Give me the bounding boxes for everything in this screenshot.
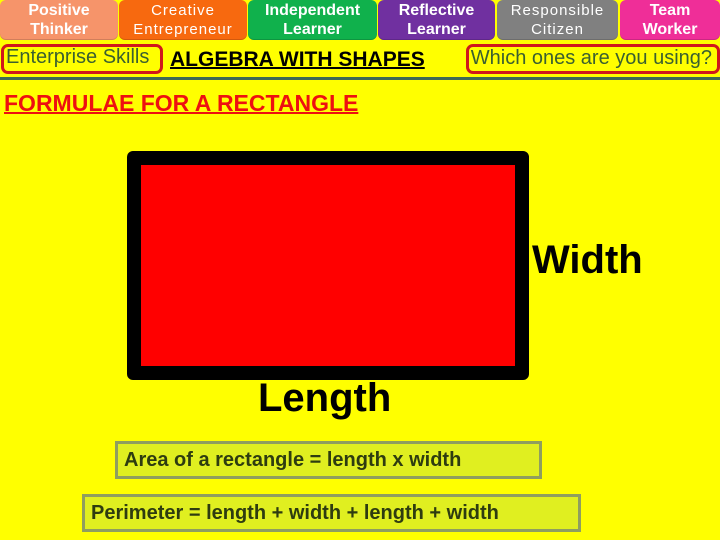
tab-positive-thinker[interactable]: Positive Thinker [0,0,118,40]
slide-title: ALGEBRA WITH SHAPES [170,48,425,71]
which-ones-prompt: Which ones are you using? [470,47,712,69]
tab-label-line1: Creative [151,2,215,19]
area-formula-box: Area of a rectangle = length x width [115,441,542,479]
tab-label-line1: Responsible [510,2,605,19]
perimeter-formula-text: Perimeter = length + width + length + wi… [91,501,499,524]
rectangle-diagram [127,151,529,380]
width-label: Width [532,238,643,282]
tab-label-line2: Worker [642,21,698,38]
tab-label-line2: Thinker [30,21,88,38]
tab-independent-learner[interactable]: Independent Learner [248,0,377,40]
area-formula-text: Area of a rectangle = length x width [124,448,462,471]
tab-label-line2: Citizen [531,21,584,38]
tab-label-line1: Team [649,2,691,19]
tab-team-worker[interactable]: Team Worker [620,0,720,40]
tab-label-line1: Positive [28,2,90,19]
header-divider [0,77,720,80]
enterprise-skills-label: Enterprise Skills [6,46,150,68]
tab-label-line2: Entrepreneur [133,21,233,38]
perimeter-formula-box: Perimeter = length + width + length + wi… [82,494,581,532]
length-label: Length [258,376,392,420]
tab-label-line1: Reflective [398,2,475,19]
tab-creative-entrepreneur[interactable]: Creative Entrepreneur [119,0,247,40]
tab-label-line2: Learner [407,21,466,38]
tab-reflective-learner[interactable]: Reflective Learner [378,0,495,40]
tab-responsible-citizen[interactable]: Responsible Citizen [497,0,618,40]
tab-label-line2: Learner [283,21,342,38]
tab-label-line1: Independent [264,2,361,19]
section-heading: FORMULAE FOR A RECTANGLE [4,90,359,116]
